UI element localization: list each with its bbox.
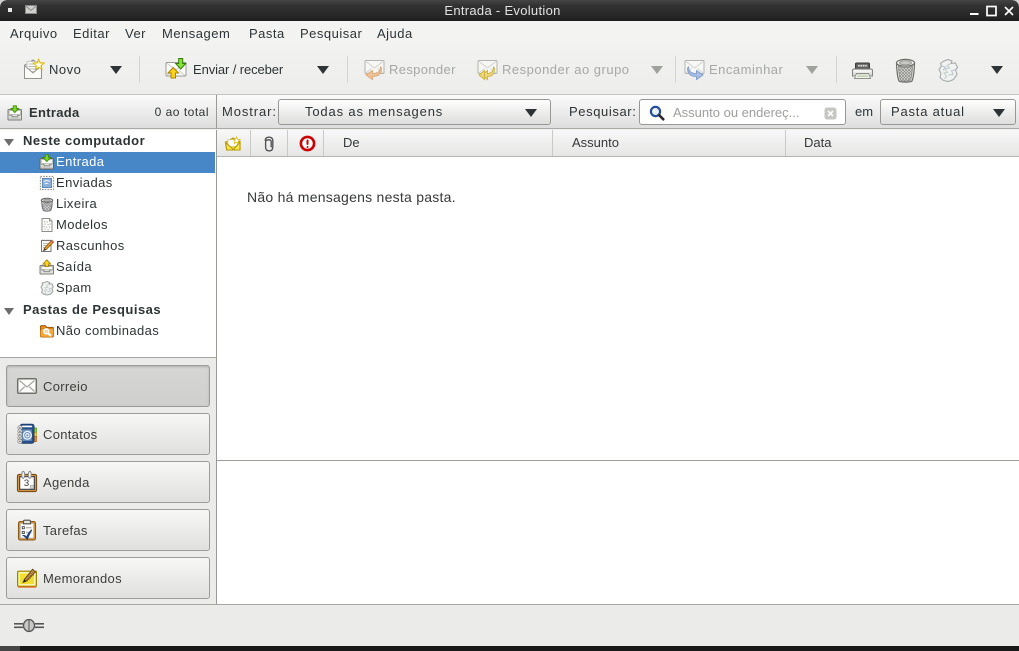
- svg-text:3: 3: [24, 478, 29, 489]
